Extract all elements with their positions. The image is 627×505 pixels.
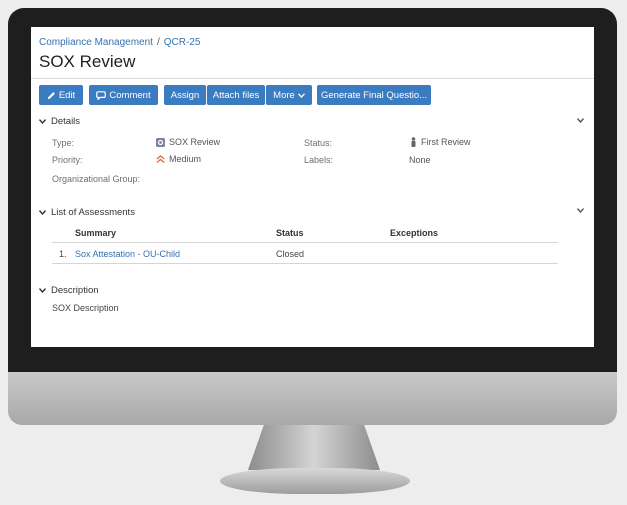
table-header-divider xyxy=(52,242,558,243)
type-label: Type: xyxy=(52,138,75,148)
breadcrumb-issue-key-link[interactable]: QCR-25 xyxy=(164,37,201,48)
column-header-summary: Summary xyxy=(75,228,117,238)
generate-final-questionnaire-button[interactable]: Generate Final Questio... xyxy=(317,85,431,105)
details-section-header[interactable]: Details xyxy=(39,116,80,127)
row-index: 1. xyxy=(59,249,67,259)
assessments-section-header[interactable]: List of Assessments xyxy=(39,207,135,218)
priority-value-text: Medium xyxy=(169,154,202,164)
pencil-icon xyxy=(47,91,55,99)
assessment-summary-link[interactable]: Sox Attestation - OU-Child xyxy=(75,249,180,259)
caret-down-icon xyxy=(297,92,305,98)
assign-button[interactable]: Assign xyxy=(164,85,206,105)
edit-button[interactable]: Edit xyxy=(39,85,83,105)
breadcrumb-project-link[interactable]: Compliance Management xyxy=(39,37,153,48)
title-divider xyxy=(31,78,594,79)
details-heading: Details xyxy=(51,116,81,127)
chevron-down-icon[interactable] xyxy=(577,118,584,123)
monitor-stand-neck xyxy=(248,425,380,470)
page-title: SOX Review xyxy=(39,52,136,71)
table-row-divider xyxy=(52,263,558,264)
comment-button-label: Comment xyxy=(109,89,151,101)
chevron-down-icon[interactable] xyxy=(577,208,584,213)
breadcrumb-separator: / xyxy=(156,37,160,48)
labels-label: Labels: xyxy=(304,155,334,165)
type-value-text: SOX Review xyxy=(169,137,221,147)
attach-files-button[interactable]: Attach files xyxy=(207,85,265,105)
more-button-label: More xyxy=(273,89,295,101)
status-value: First Review xyxy=(410,137,471,147)
column-header-status: Status xyxy=(276,228,304,238)
assessments-heading: List of Assessments xyxy=(51,207,135,218)
more-button[interactable]: More xyxy=(266,85,312,105)
type-value: SOX Review xyxy=(156,137,220,147)
comment-button[interactable]: Comment xyxy=(89,85,158,105)
edit-button-label: Edit xyxy=(58,89,76,101)
labels-value: None xyxy=(409,155,431,165)
status-label: Status: xyxy=(304,138,333,148)
chevron-down-icon xyxy=(39,119,46,124)
app-screen: Compliance Management / QCR-25 SOX Revie… xyxy=(31,27,594,347)
attach-files-button-label: Attach files xyxy=(212,89,260,101)
assessment-status: Closed xyxy=(276,249,305,259)
status-value-text: First Review xyxy=(421,137,471,147)
monitor-stand-base xyxy=(220,468,410,494)
priority-medium-icon xyxy=(156,154,165,163)
description-heading: Description xyxy=(51,285,99,296)
breadcrumb: Compliance Management / QCR-25 xyxy=(39,37,200,48)
description-text: SOX Description xyxy=(52,303,119,313)
issue-toolbar: Edit Comment Assign Attach files More Ge… xyxy=(39,85,431,105)
speech-bubble-icon xyxy=(96,90,107,100)
description-section-header[interactable]: Description xyxy=(39,285,99,296)
chevron-down-icon xyxy=(39,288,46,293)
person-icon xyxy=(411,137,416,147)
assign-button-label: Assign xyxy=(170,89,200,101)
issue-type-icon xyxy=(156,137,165,147)
column-header-exceptions: Exceptions xyxy=(390,228,439,238)
priority-value: Medium xyxy=(156,154,201,164)
organizational-group-label: Organizational Group: xyxy=(52,174,141,184)
priority-label: Priority: xyxy=(52,155,83,165)
monitor-chin xyxy=(8,372,617,425)
chevron-down-icon xyxy=(39,210,46,215)
generate-button-label: Generate Final Questio... xyxy=(320,89,428,101)
